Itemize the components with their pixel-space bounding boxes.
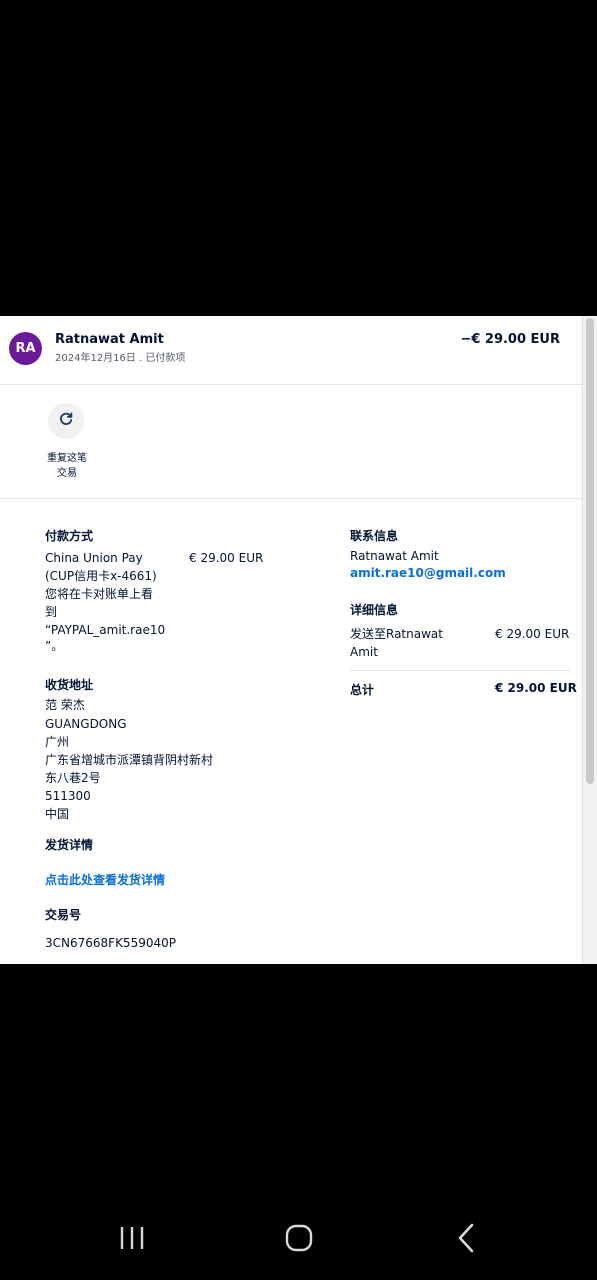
payment-method-line: 您将在卡对账单上看	[45, 587, 154, 601]
sent-to-line: Amit	[350, 645, 378, 659]
screen: RA Ratnawat Amit 2024年12月16日 . 已付款项 −€ 2…	[0, 0, 597, 1280]
contact-info-title: 联系信息	[350, 529, 399, 543]
total-label: 总计	[350, 683, 375, 697]
repeat-label-line2: 交易	[57, 468, 77, 479]
back-button[interactable]	[446, 1222, 486, 1258]
address-line: 中国	[45, 807, 70, 821]
recent-apps-icon	[118, 1225, 146, 1255]
transaction-date-status: 2024年12月16日 . 已付款项	[55, 353, 186, 364]
transaction-amount: −€ 29.00 EUR	[460, 332, 560, 347]
payee-name: Ratnawat Amit	[55, 332, 164, 347]
transaction-id-value: 3CN67668FK559040P	[45, 936, 176, 950]
scrollbar-thumb[interactable]	[586, 318, 594, 784]
sent-to-line: 发送至Ratnawat	[350, 627, 443, 641]
transaction-id-title: 交易号	[45, 908, 82, 922]
address-line: GUANGDONG	[45, 717, 127, 731]
payment-method-line: 到	[45, 605, 58, 619]
payment-method-amount: € 29.00 EUR	[189, 551, 264, 565]
address-line: 广州	[45, 735, 70, 749]
repeat-label-line1: 重复这笔	[47, 453, 87, 464]
action-row: 重复这笔 交易	[0, 385, 583, 499]
view-shipping-details-link[interactable]: 点击此处查看发货详情	[45, 871, 165, 888]
contact-name: Ratnawat Amit	[350, 549, 439, 563]
transaction-header: RA Ratnawat Amit 2024年12月16日 . 已付款项 −€ 2…	[0, 316, 583, 385]
payment-method-line: ”。	[45, 639, 64, 653]
contact-email-link[interactable]: amit.rae10@gmail.com	[350, 566, 506, 580]
details-title: 详细信息	[350, 603, 399, 617]
address-line: 广东省增城市派潭镇背阴村新村	[45, 753, 214, 767]
payment-method-title: 付款方式	[45, 529, 94, 543]
shipping-details-title: 发货详情	[45, 838, 94, 852]
android-navigation-bar	[0, 1200, 597, 1280]
recent-apps-button[interactable]	[112, 1222, 152, 1258]
payment-method-line: China Union Pay	[45, 551, 143, 565]
repeat-transaction-label[interactable]: 重复这笔 交易	[38, 451, 96, 481]
avatar: RA	[9, 332, 42, 365]
back-icon	[456, 1223, 476, 1257]
details-divider	[350, 670, 570, 671]
repeat-icon	[58, 411, 74, 431]
shipping-address-title: 收货地址	[45, 678, 94, 692]
sent-amount: € 29.00 EUR	[495, 627, 570, 641]
repeat-transaction-button[interactable]	[48, 403, 84, 439]
total-amount: € 29.00 EUR	[495, 681, 577, 695]
address-line: 511300	[45, 789, 91, 803]
payment-method-line: (CUP信用卡x-4661)	[45, 569, 157, 583]
home-icon	[285, 1224, 313, 1256]
transaction-details-card: RA Ratnawat Amit 2024年12月16日 . 已付款项 −€ 2…	[0, 316, 597, 964]
address-line: 东八巷2号	[45, 771, 101, 785]
scrollbar[interactable]	[582, 316, 597, 964]
address-line: 范 荣杰	[45, 698, 85, 712]
home-button[interactable]	[279, 1222, 319, 1258]
